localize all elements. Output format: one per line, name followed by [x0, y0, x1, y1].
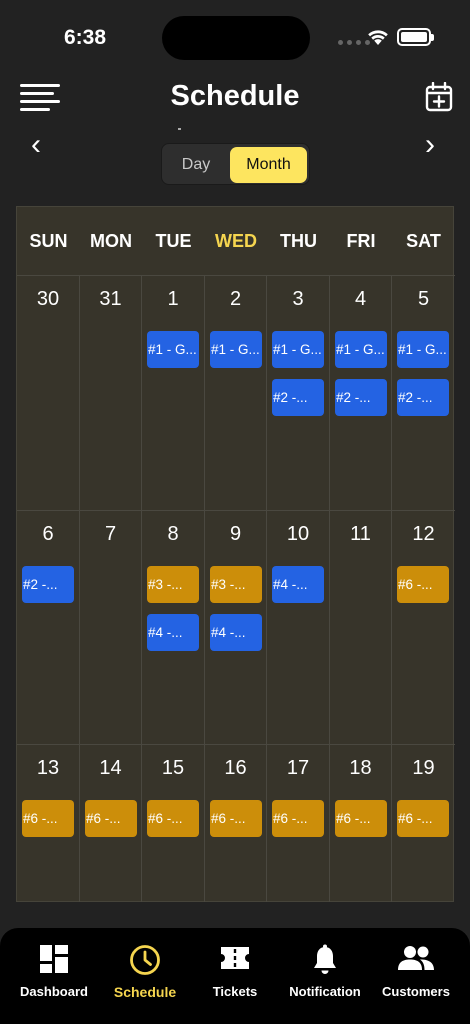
day-cell[interactable]: 13 #6 -...	[17, 745, 80, 902]
day-cell[interactable]: 9 #3 -... #4 -...	[205, 511, 267, 744]
day-cell[interactable]: 7	[80, 511, 142, 744]
day-cell[interactable]: 10 #4 -...	[267, 511, 330, 744]
event-chip[interactable]: #2 -...	[272, 379, 324, 416]
day-number: 18	[349, 757, 372, 779]
decorative-dot	[178, 128, 181, 130]
weekday-mon: MON	[90, 231, 132, 251]
day-number: 17	[286, 757, 310, 779]
ticket-icon	[218, 944, 252, 977]
day-number: 1	[167, 288, 179, 310]
day-cell[interactable]: 3 #1 - G... #2 -...	[267, 276, 330, 510]
status-bar: 6:38	[0, 0, 470, 76]
weekday-thu: THU	[280, 231, 317, 251]
bottom-tab-bar: Dashboard Schedule Tickets Notification Cust…	[0, 928, 470, 1024]
day-cell[interactable]: 12 #6 -...	[392, 511, 455, 744]
day-cell[interactable]: 8 #3 -... #4 -...	[142, 511, 205, 744]
next-month-button[interactable]: ›	[425, 130, 435, 160]
day-number: 14	[99, 757, 122, 779]
day-view-button[interactable]: Day	[166, 148, 226, 182]
day-number: 16	[224, 757, 247, 779]
day-cell[interactable]: 31	[80, 276, 142, 510]
day-cell[interactable]: 17 #6 -...	[267, 745, 330, 902]
weekday-sat: SAT	[406, 231, 441, 251]
battery-icon	[397, 28, 434, 46]
event-chip[interactable]: #6 -...	[22, 800, 74, 837]
day-cell[interactable]: 6 #2 -...	[17, 511, 80, 744]
event-chip[interactable]: #1 - G...	[272, 331, 324, 368]
status-time: 6:38	[64, 26, 107, 49]
week-row: 30 31 1 #1 - G... 2 #1 - G... 3 #1 - G... #2 -..…	[17, 276, 455, 511]
month-calendar: SUN MON TUE WED THU FRI SAT 30 31 1 #1 - G... 2 #1 …	[16, 206, 455, 902]
day-number: 5	[417, 288, 430, 310]
day-number: 13	[36, 757, 60, 779]
day-number: 19	[412, 757, 435, 779]
weekday-fri: FRI	[346, 231, 376, 251]
week-row: 13 #6 -... 14 #6 -... 15 #6 -... 16 #6 -... 17 #6…	[17, 745, 455, 902]
dynamic-island	[162, 16, 310, 60]
page-title: Schedule	[170, 80, 300, 112]
tab-label: Customers	[382, 984, 450, 999]
weekday-wed: WED	[215, 231, 257, 251]
day-cell[interactable]: 2 #1 - G...	[205, 276, 267, 510]
day-cell[interactable]: 16 #6 -...	[205, 745, 267, 902]
day-number: 10	[286, 523, 310, 545]
event-chip[interactable]: #1 - G...	[210, 331, 262, 368]
customers-icon	[397, 944, 435, 977]
event-chip[interactable]: #6 -...	[85, 800, 137, 837]
previous-month-button[interactable]: ‹	[31, 130, 41, 160]
day-number: 6	[42, 523, 54, 545]
day-number: 8	[167, 523, 179, 545]
day-cell[interactable]: 14 #6 -...	[80, 745, 142, 902]
tab-customers[interactable]: Customers	[362, 928, 470, 1024]
day-number: 4	[354, 288, 367, 310]
day-number: 15	[161, 757, 185, 779]
bell-icon	[311, 944, 339, 981]
day-number: 12	[412, 523, 435, 545]
event-chip[interactable]: #1 - G...	[147, 331, 199, 368]
event-chip[interactable]: #6 -...	[397, 800, 449, 837]
day-cell[interactable]: 18 #6 -...	[330, 745, 392, 902]
wifi-icon	[368, 30, 388, 45]
day-number: 3	[292, 288, 304, 310]
weekday-header-row: SUN MON TUE WED THU FRI SAT	[17, 207, 455, 276]
event-chip[interactable]: #1 - G...	[335, 331, 387, 368]
day-cell[interactable]: 5 #1 - G... #2 -...	[392, 276, 455, 510]
app-screen: 6:38 Schedule ‹ › Day Month SUN MON TUE WED…	[0, 0, 470, 1024]
event-chip[interactable]: #6 -...	[147, 800, 199, 837]
weekday-tue: TUE	[155, 231, 192, 251]
event-chip[interactable]: #4 -...	[272, 566, 324, 603]
event-chip[interactable]: #2 -...	[335, 379, 387, 416]
event-chip[interactable]: #2 -...	[22, 566, 74, 603]
day-cell[interactable]: 30	[17, 276, 80, 510]
event-chip[interactable]: #6 -...	[335, 800, 387, 837]
day-number: 30	[36, 288, 60, 310]
event-chip[interactable]: #4 -...	[147, 614, 199, 651]
calendar-add-icon[interactable]	[425, 82, 453, 112]
day-number: 7	[104, 523, 117, 545]
event-chip[interactable]: #3 -...	[210, 566, 262, 603]
event-chip[interactable]: #4 -...	[210, 614, 262, 651]
day-number: 31	[99, 288, 122, 310]
event-chip[interactable]: #2 -...	[397, 379, 449, 416]
day-cell[interactable]: 4 #1 - G... #2 -...	[330, 276, 392, 510]
event-chip[interactable]: #6 -...	[210, 800, 262, 837]
day-number: 2	[229, 288, 242, 310]
weekday-sun: SUN	[29, 231, 68, 251]
event-chip[interactable]: #6 -...	[397, 566, 449, 603]
event-chip[interactable]: #1 - G...	[397, 331, 449, 368]
day-cell[interactable]: 1 #1 - G...	[142, 276, 205, 510]
dashboard-icon	[39, 944, 69, 979]
day-cell[interactable]: 19 #6 -...	[392, 745, 455, 902]
day-cell[interactable]: 15 #6 -...	[142, 745, 205, 902]
month-view-button[interactable]: Month	[230, 147, 307, 183]
day-number: 9	[229, 523, 242, 545]
event-chip[interactable]: #3 -...	[147, 566, 199, 603]
day-cell[interactable]: 11	[330, 511, 392, 744]
view-toggle: Day Month	[161, 143, 310, 185]
clock-icon	[129, 944, 161, 981]
event-chip[interactable]: #6 -...	[272, 800, 324, 837]
week-row: 6 #2 -... 7 8 #3 -... #4 -... 9 #3 -... #4 -... 1…	[17, 511, 455, 745]
day-number: 11	[350, 523, 371, 545]
